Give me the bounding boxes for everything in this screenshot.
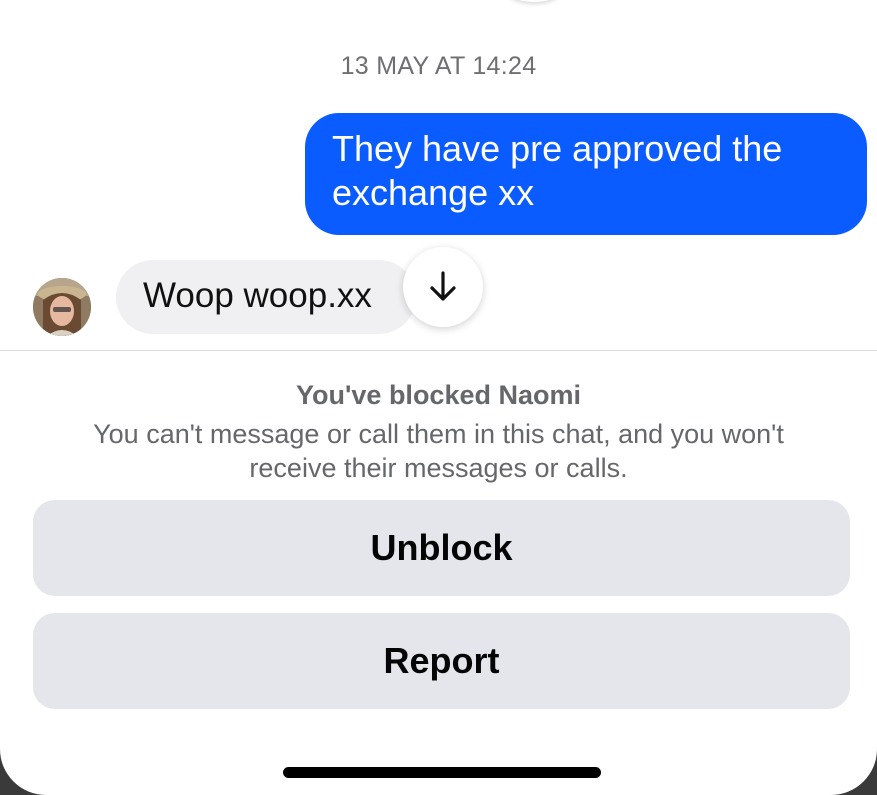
outgoing-message-bubble[interactable]: They have pre approved the exchange xx <box>305 113 867 235</box>
unblock-button[interactable]: Unblock <box>33 500 850 596</box>
chat-screen: 13 MAY AT 14:24 They have pre approved t… <box>0 0 877 795</box>
message-timestamp: 13 MAY AT 14:24 <box>340 52 537 80</box>
contact-avatar[interactable] <box>33 278 91 336</box>
incoming-message-bubble[interactable]: Woop woop.xx <box>116 260 416 334</box>
scroll-to-bottom-button[interactable] <box>403 247 483 327</box>
scroll-indicator-partial <box>508 0 560 2</box>
blocked-notice-description: You can't message or call them in this c… <box>93 419 784 483</box>
divider <box>0 350 877 351</box>
blocked-notice-title: You've blocked Naomi <box>296 380 581 410</box>
report-button[interactable]: Report <box>33 613 850 709</box>
home-indicator[interactable] <box>283 767 601 778</box>
avatar-photo-icon <box>33 278 91 336</box>
arrow-down-icon <box>430 271 456 301</box>
